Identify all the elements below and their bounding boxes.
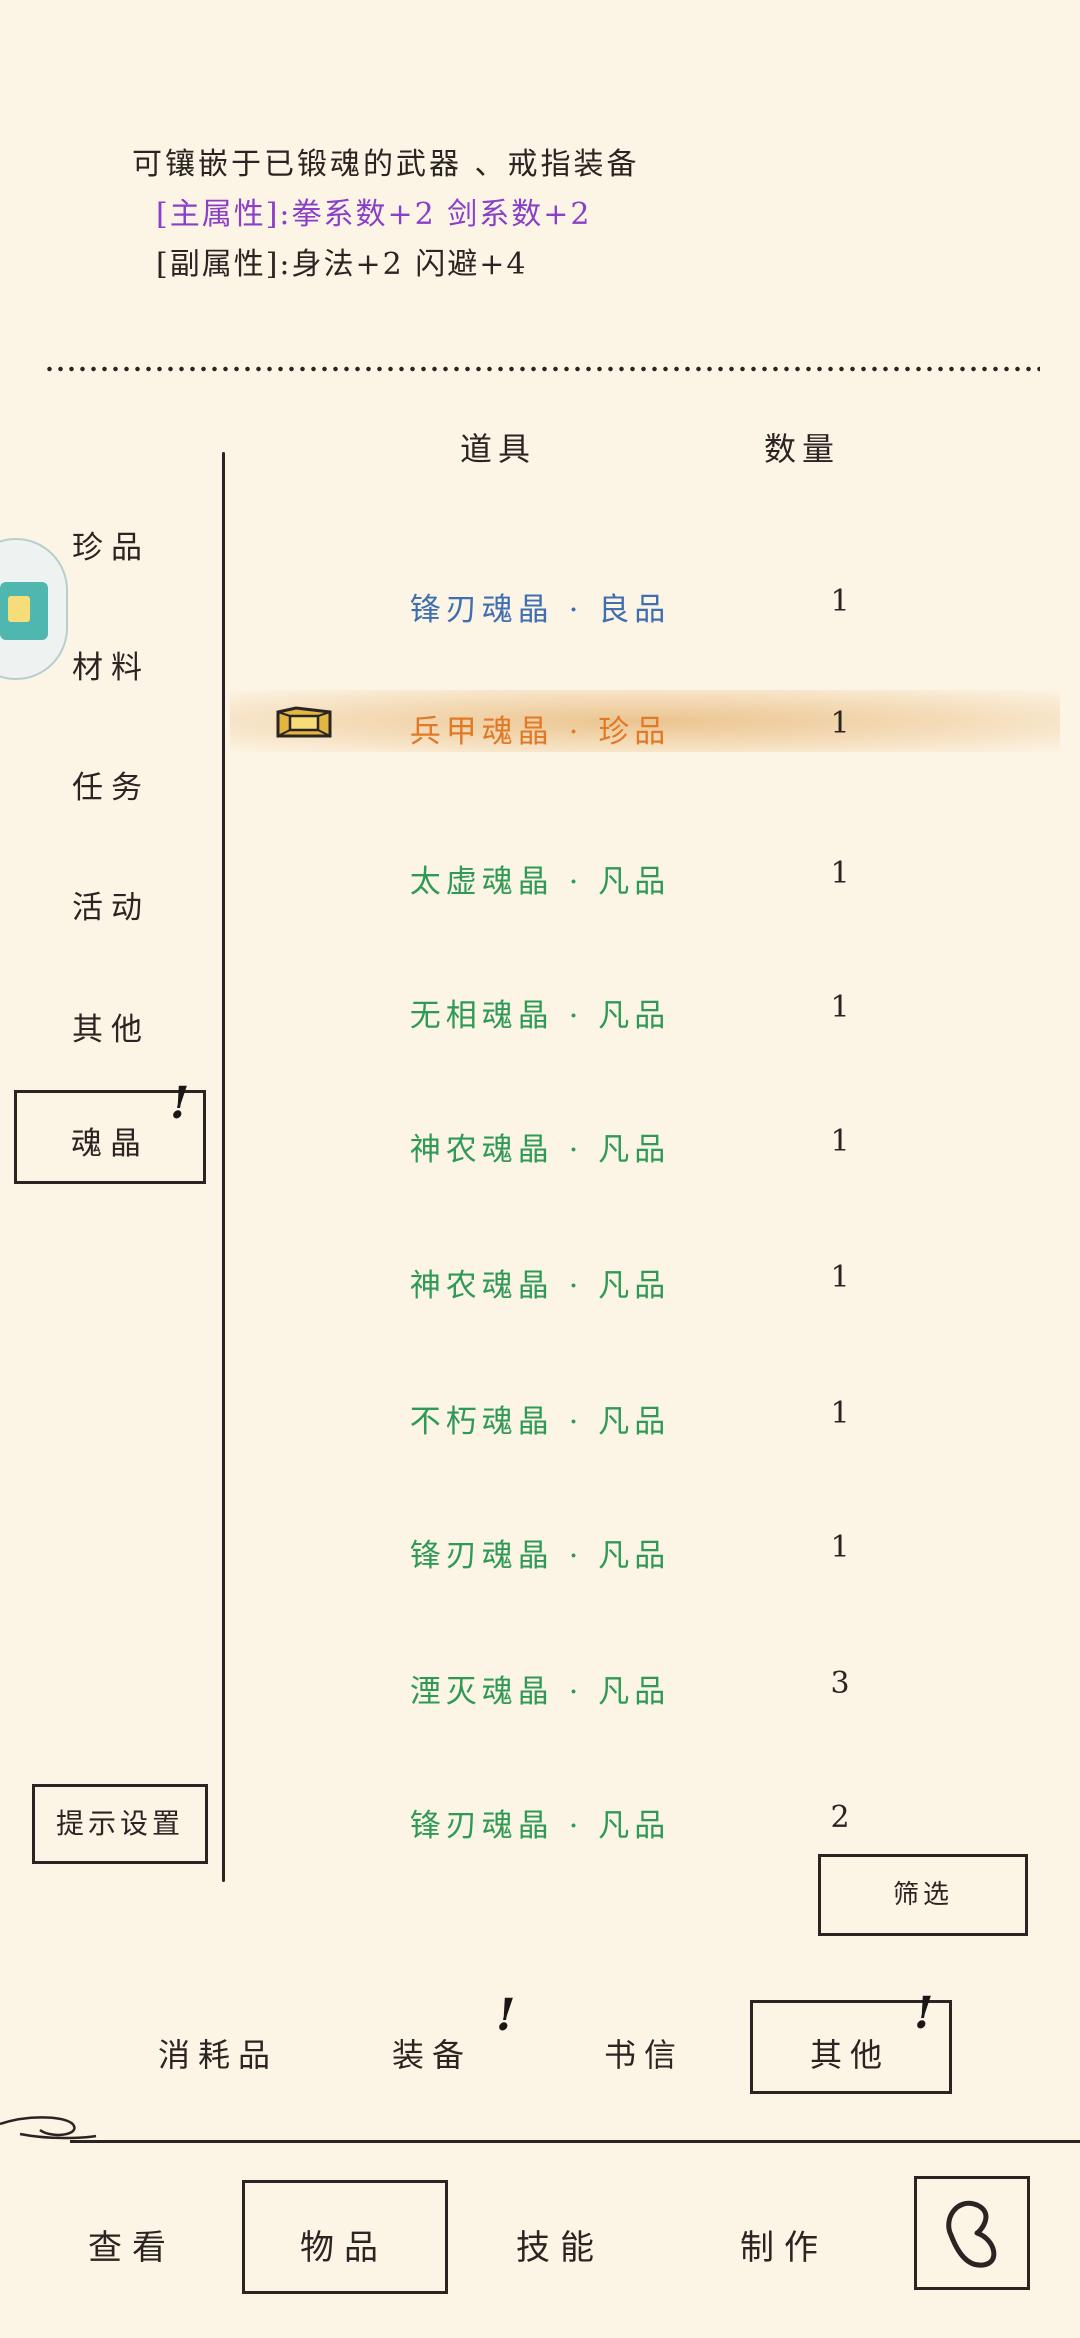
category-other[interactable]: 其他 (36, 1004, 186, 1049)
swirl-divider-icon (0, 2116, 97, 2140)
category-alert-icon: ! (170, 1078, 190, 1129)
primary-attribute: [主属性]:拳系数+2 剑系数+2 (156, 197, 592, 232)
subtab-other[interactable]: 其他 (810, 2030, 890, 2076)
item-name: 太虚魂晶 · 凡品 (409, 864, 671, 900)
item-quantity: 1 (830, 1260, 850, 1295)
item-name: 无相魂晶 · 凡品 (409, 998, 671, 1034)
bottom-divider (70, 2140, 1080, 2143)
item-quantity: 1 (830, 1396, 850, 1431)
other-alert-icon: ! (914, 1988, 934, 2039)
dotted-divider (44, 366, 1040, 372)
item-row[interactable]: 锋刃魂晶 · 良品 1 (230, 562, 1080, 652)
category-event[interactable]: 活动 (36, 882, 186, 927)
item-quantity: 1 (830, 990, 850, 1025)
category-divider (222, 452, 225, 1882)
header-item: 道具 (460, 430, 537, 468)
item-quantity: 1 (830, 1124, 850, 1159)
item-quantity: 2 (830, 1800, 850, 1835)
subtab-equipment[interactable]: 装备 (392, 2030, 472, 2076)
item-name: 锋刃魂晶 · 良品 (409, 592, 671, 628)
item-name: 锋刃魂晶 · 凡品 (409, 1808, 671, 1844)
item-name: 不朽魂晶 · 凡品 (409, 1404, 671, 1440)
back-arrow-icon (946, 2200, 997, 2268)
equipment-alert-icon: ! (496, 1990, 516, 2041)
hint-settings-button[interactable]: 提示设置 (32, 1784, 208, 1864)
category-materials[interactable]: 材料 (36, 642, 186, 687)
nav-craft[interactable]: 制作 (740, 2220, 828, 2269)
item-name: 神农魂晶 · 凡品 (409, 1268, 671, 1304)
category-treasure[interactable]: 珍品 (36, 522, 186, 567)
item-name: 锋刃魂晶 · 凡品 (409, 1538, 671, 1574)
back-button[interactable] (914, 2176, 1030, 2290)
item-row-selected[interactable]: 兵甲魂晶 · 珍品 1 (230, 698, 1080, 788)
item-name: 兵甲魂晶 · 珍品 (409, 714, 671, 750)
item-description: 可镶嵌于已锻魂的武器 、戒指装备 [主属性]:拳系数+2 剑系数+2 [副属性]… (132, 140, 640, 290)
subtab-letters[interactable]: 书信 (604, 2030, 684, 2076)
item-row[interactable]: 太虚魂晶 · 凡品 1 (230, 834, 1080, 924)
item-row[interactable]: 不朽魂晶 · 凡品 1 (230, 1374, 1080, 1464)
item-row[interactable]: 神农魂晶 · 凡品 1 (230, 1238, 1080, 1328)
item-quantity: 1 (830, 1530, 850, 1565)
item-quantity: 1 (830, 856, 850, 891)
item-quantity: 1 (830, 584, 850, 619)
item-row[interactable]: 湮灭魂晶 · 凡品 3 (230, 1644, 1080, 1734)
secondary-attribute: [副属性]:身法+2 闪避+4 (156, 247, 528, 282)
subtab-consumables[interactable]: 消耗品 (158, 2030, 278, 2076)
description-text: 可镶嵌于已锻魂的武器 、戒指装备 (132, 147, 640, 182)
item-name: 湮灭魂晶 · 凡品 (409, 1674, 671, 1710)
item-quantity: 1 (830, 706, 850, 741)
item-name: 神农魂晶 · 凡品 (409, 1132, 671, 1168)
header-quantity: 数量 (764, 430, 841, 468)
item-quantity: 3 (830, 1666, 850, 1701)
nav-skills[interactable]: 技能 (516, 2220, 604, 2269)
nav-view[interactable]: 查看 (88, 2220, 176, 2269)
item-row[interactable]: 神农魂晶 · 凡品 1 (230, 1102, 1080, 1192)
floating-assistant-glyph-inner (8, 596, 30, 622)
item-row[interactable]: 锋刃魂晶 · 凡品 1 (230, 1508, 1080, 1598)
nav-items[interactable]: 物品 (300, 2220, 388, 2269)
filter-button[interactable]: 筛选 (818, 1854, 1028, 1936)
category-quest[interactable]: 任务 (36, 762, 186, 807)
item-row[interactable]: 无相魂晶 · 凡品 1 (230, 968, 1080, 1058)
